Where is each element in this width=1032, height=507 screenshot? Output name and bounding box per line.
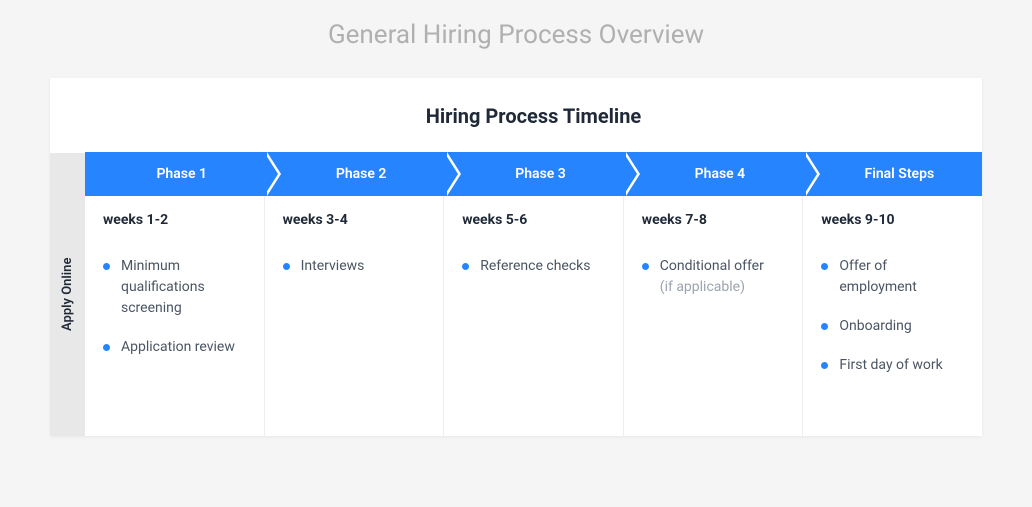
- card-title: Hiring Process Timeline: [85, 78, 982, 152]
- phase-items: Conditional offer (if applicable): [642, 256, 785, 298]
- phase-item: Conditional offer (if applicable): [642, 256, 785, 298]
- weeks-label: weeks 5-6: [462, 212, 605, 228]
- phase-header: Phase 4: [623, 152, 802, 196]
- phase-items: Minimum qualifications screening Applica…: [103, 256, 246, 358]
- phase-item: Onboarding: [821, 316, 964, 337]
- timeline-card: Apply Online Hiring Process Timeline Pha…: [50, 78, 982, 436]
- phase-item: First day of work: [821, 355, 964, 376]
- phase-headers-row: Phase 1 Phase 2 Phase 3 Phase 4 Final St…: [85, 152, 982, 196]
- phase-items: Interviews: [283, 256, 426, 277]
- phase-column: weeks 7-8 Conditional offer (if applicabl…: [624, 196, 804, 436]
- apply-online-label: Apply Online: [50, 153, 85, 436]
- phase-column: weeks 9-10 Offer of employment Onboardin…: [803, 196, 982, 436]
- phase-item: Interviews: [283, 256, 426, 277]
- phase-item: Reference checks: [462, 256, 605, 277]
- phase-header: Final Steps: [803, 152, 982, 196]
- phase-item: Application review: [103, 337, 246, 358]
- phase-items: Offer of employment Onboarding First day…: [821, 256, 964, 376]
- phase-column: weeks 3-4 Interviews: [265, 196, 445, 436]
- phase-columns-row: weeks 1-2 Minimum qualifications screeni…: [85, 196, 982, 436]
- phase-header: Phase 2: [264, 152, 443, 196]
- phase-header: Phase 1: [85, 152, 264, 196]
- phase-item: Offer of employment: [821, 256, 964, 298]
- weeks-label: weeks 7-8: [642, 212, 785, 228]
- phase-header: Phase 3: [444, 152, 623, 196]
- phase-column: weeks 1-2 Minimum qualifications screeni…: [85, 196, 265, 436]
- weeks-label: weeks 3-4: [283, 212, 426, 228]
- timeline-main: Hiring Process Timeline Phase 1 Phase 2 …: [85, 78, 982, 436]
- phase-items: Reference checks: [462, 256, 605, 277]
- phase-item-sub: (if applicable): [660, 277, 785, 298]
- weeks-label: weeks 1-2: [103, 212, 246, 228]
- phase-item-text: Conditional offer: [660, 258, 764, 274]
- phase-column: weeks 5-6 Reference checks: [444, 196, 624, 436]
- weeks-label: weeks 9-10: [821, 212, 964, 228]
- phase-item: Minimum qualifications screening: [103, 256, 246, 319]
- page-title: General Hiring Process Overview: [50, 20, 982, 50]
